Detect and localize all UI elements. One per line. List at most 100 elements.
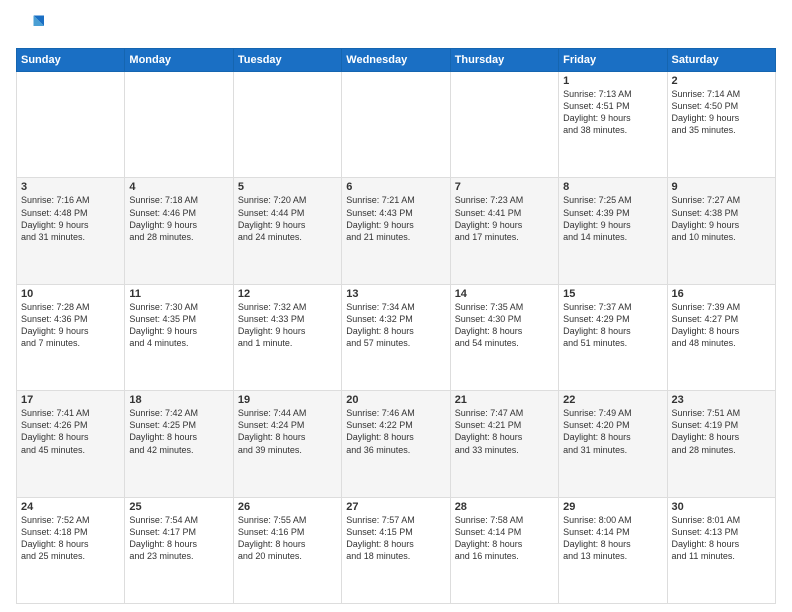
day-number: 14: [455, 288, 554, 300]
calendar-cell: 21Sunrise: 7:47 AM Sunset: 4:21 PM Dayli…: [450, 391, 558, 497]
day-info: Sunrise: 7:18 AM Sunset: 4:46 PM Dayligh…: [129, 194, 228, 243]
calendar-cell: 26Sunrise: 7:55 AM Sunset: 4:16 PM Dayli…: [233, 497, 341, 603]
day-info: Sunrise: 7:21 AM Sunset: 4:43 PM Dayligh…: [346, 194, 445, 243]
day-info: Sunrise: 8:01 AM Sunset: 4:13 PM Dayligh…: [672, 514, 771, 563]
calendar-cell: 2Sunrise: 7:14 AM Sunset: 4:50 PM Daylig…: [667, 72, 775, 178]
day-info: Sunrise: 7:14 AM Sunset: 4:50 PM Dayligh…: [672, 88, 771, 137]
calendar-cell: 11Sunrise: 7:30 AM Sunset: 4:35 PM Dayli…: [125, 284, 233, 390]
day-info: Sunrise: 7:34 AM Sunset: 4:32 PM Dayligh…: [346, 301, 445, 350]
calendar-week-2: 3Sunrise: 7:16 AM Sunset: 4:48 PM Daylig…: [17, 178, 776, 284]
calendar-cell: 18Sunrise: 7:42 AM Sunset: 4:25 PM Dayli…: [125, 391, 233, 497]
calendar-cell: 30Sunrise: 8:01 AM Sunset: 4:13 PM Dayli…: [667, 497, 775, 603]
calendar-cell: 24Sunrise: 7:52 AM Sunset: 4:18 PM Dayli…: [17, 497, 125, 603]
day-info: Sunrise: 7:27 AM Sunset: 4:38 PM Dayligh…: [672, 194, 771, 243]
calendar-cell: 1Sunrise: 7:13 AM Sunset: 4:51 PM Daylig…: [559, 72, 667, 178]
day-number: 28: [455, 501, 554, 513]
day-number: 15: [563, 288, 662, 300]
calendar-cell: 17Sunrise: 7:41 AM Sunset: 4:26 PM Dayli…: [17, 391, 125, 497]
day-info: Sunrise: 7:47 AM Sunset: 4:21 PM Dayligh…: [455, 407, 554, 456]
calendar-table: SundayMondayTuesdayWednesdayThursdayFrid…: [16, 48, 776, 604]
weekday-header-friday: Friday: [559, 49, 667, 72]
calendar-cell: 25Sunrise: 7:54 AM Sunset: 4:17 PM Dayli…: [125, 497, 233, 603]
calendar-cell: 15Sunrise: 7:37 AM Sunset: 4:29 PM Dayli…: [559, 284, 667, 390]
day-info: Sunrise: 7:54 AM Sunset: 4:17 PM Dayligh…: [129, 514, 228, 563]
day-info: Sunrise: 7:39 AM Sunset: 4:27 PM Dayligh…: [672, 301, 771, 350]
header-row: SundayMondayTuesdayWednesdayThursdayFrid…: [17, 49, 776, 72]
calendar-cell: 14Sunrise: 7:35 AM Sunset: 4:30 PM Dayli…: [450, 284, 558, 390]
day-number: 9: [672, 181, 771, 193]
calendar-cell: 22Sunrise: 7:49 AM Sunset: 4:20 PM Dayli…: [559, 391, 667, 497]
day-number: 1: [563, 75, 662, 87]
weekday-header-wednesday: Wednesday: [342, 49, 450, 72]
day-number: 26: [238, 501, 337, 513]
day-info: Sunrise: 7:23 AM Sunset: 4:41 PM Dayligh…: [455, 194, 554, 243]
day-info: Sunrise: 7:37 AM Sunset: 4:29 PM Dayligh…: [563, 301, 662, 350]
day-number: 18: [129, 394, 228, 406]
calendar-cell: 28Sunrise: 7:58 AM Sunset: 4:14 PM Dayli…: [450, 497, 558, 603]
day-number: 12: [238, 288, 337, 300]
day-number: 22: [563, 394, 662, 406]
page: SundayMondayTuesdayWednesdayThursdayFrid…: [0, 0, 792, 612]
day-info: Sunrise: 7:20 AM Sunset: 4:44 PM Dayligh…: [238, 194, 337, 243]
day-info: Sunrise: 8:00 AM Sunset: 4:14 PM Dayligh…: [563, 514, 662, 563]
day-info: Sunrise: 7:44 AM Sunset: 4:24 PM Dayligh…: [238, 407, 337, 456]
day-info: Sunrise: 7:58 AM Sunset: 4:14 PM Dayligh…: [455, 514, 554, 563]
day-number: 30: [672, 501, 771, 513]
weekday-header-sunday: Sunday: [17, 49, 125, 72]
day-number: 5: [238, 181, 337, 193]
calendar-cell: [17, 72, 125, 178]
calendar-body: 1Sunrise: 7:13 AM Sunset: 4:51 PM Daylig…: [17, 72, 776, 604]
calendar-cell: [125, 72, 233, 178]
logo: [16, 12, 46, 40]
calendar-cell: 9Sunrise: 7:27 AM Sunset: 4:38 PM Daylig…: [667, 178, 775, 284]
calendar-week-5: 24Sunrise: 7:52 AM Sunset: 4:18 PM Dayli…: [17, 497, 776, 603]
weekday-header-thursday: Thursday: [450, 49, 558, 72]
day-info: Sunrise: 7:42 AM Sunset: 4:25 PM Dayligh…: [129, 407, 228, 456]
calendar-cell: 16Sunrise: 7:39 AM Sunset: 4:27 PM Dayli…: [667, 284, 775, 390]
day-info: Sunrise: 7:52 AM Sunset: 4:18 PM Dayligh…: [21, 514, 120, 563]
calendar-cell: 5Sunrise: 7:20 AM Sunset: 4:44 PM Daylig…: [233, 178, 341, 284]
calendar-cell: 8Sunrise: 7:25 AM Sunset: 4:39 PM Daylig…: [559, 178, 667, 284]
day-number: 2: [672, 75, 771, 87]
day-number: 16: [672, 288, 771, 300]
logo-icon: [16, 12, 44, 40]
day-number: 24: [21, 501, 120, 513]
day-info: Sunrise: 7:41 AM Sunset: 4:26 PM Dayligh…: [21, 407, 120, 456]
day-number: 27: [346, 501, 445, 513]
day-number: 8: [563, 181, 662, 193]
calendar-cell: 20Sunrise: 7:46 AM Sunset: 4:22 PM Dayli…: [342, 391, 450, 497]
day-info: Sunrise: 7:30 AM Sunset: 4:35 PM Dayligh…: [129, 301, 228, 350]
calendar-cell: 7Sunrise: 7:23 AM Sunset: 4:41 PM Daylig…: [450, 178, 558, 284]
day-number: 25: [129, 501, 228, 513]
calendar-cell: 6Sunrise: 7:21 AM Sunset: 4:43 PM Daylig…: [342, 178, 450, 284]
day-number: 13: [346, 288, 445, 300]
day-number: 23: [672, 394, 771, 406]
calendar-week-4: 17Sunrise: 7:41 AM Sunset: 4:26 PM Dayli…: [17, 391, 776, 497]
calendar-cell: [342, 72, 450, 178]
day-number: 29: [563, 501, 662, 513]
calendar-cell: 29Sunrise: 8:00 AM Sunset: 4:14 PM Dayli…: [559, 497, 667, 603]
calendar-cell: 23Sunrise: 7:51 AM Sunset: 4:19 PM Dayli…: [667, 391, 775, 497]
day-info: Sunrise: 7:57 AM Sunset: 4:15 PM Dayligh…: [346, 514, 445, 563]
weekday-header-saturday: Saturday: [667, 49, 775, 72]
calendar-cell: [450, 72, 558, 178]
day-info: Sunrise: 7:49 AM Sunset: 4:20 PM Dayligh…: [563, 407, 662, 456]
day-number: 10: [21, 288, 120, 300]
day-number: 20: [346, 394, 445, 406]
calendar-week-3: 10Sunrise: 7:28 AM Sunset: 4:36 PM Dayli…: [17, 284, 776, 390]
calendar-cell: 12Sunrise: 7:32 AM Sunset: 4:33 PM Dayli…: [233, 284, 341, 390]
day-number: 21: [455, 394, 554, 406]
calendar-cell: 13Sunrise: 7:34 AM Sunset: 4:32 PM Dayli…: [342, 284, 450, 390]
calendar-cell: [233, 72, 341, 178]
day-number: 6: [346, 181, 445, 193]
day-info: Sunrise: 7:35 AM Sunset: 4:30 PM Dayligh…: [455, 301, 554, 350]
day-info: Sunrise: 7:13 AM Sunset: 4:51 PM Dayligh…: [563, 88, 662, 137]
day-info: Sunrise: 7:46 AM Sunset: 4:22 PM Dayligh…: [346, 407, 445, 456]
calendar-header: SundayMondayTuesdayWednesdayThursdayFrid…: [17, 49, 776, 72]
day-info: Sunrise: 7:32 AM Sunset: 4:33 PM Dayligh…: [238, 301, 337, 350]
day-info: Sunrise: 7:16 AM Sunset: 4:48 PM Dayligh…: [21, 194, 120, 243]
day-info: Sunrise: 7:55 AM Sunset: 4:16 PM Dayligh…: [238, 514, 337, 563]
day-number: 7: [455, 181, 554, 193]
day-number: 19: [238, 394, 337, 406]
header: [16, 12, 776, 40]
